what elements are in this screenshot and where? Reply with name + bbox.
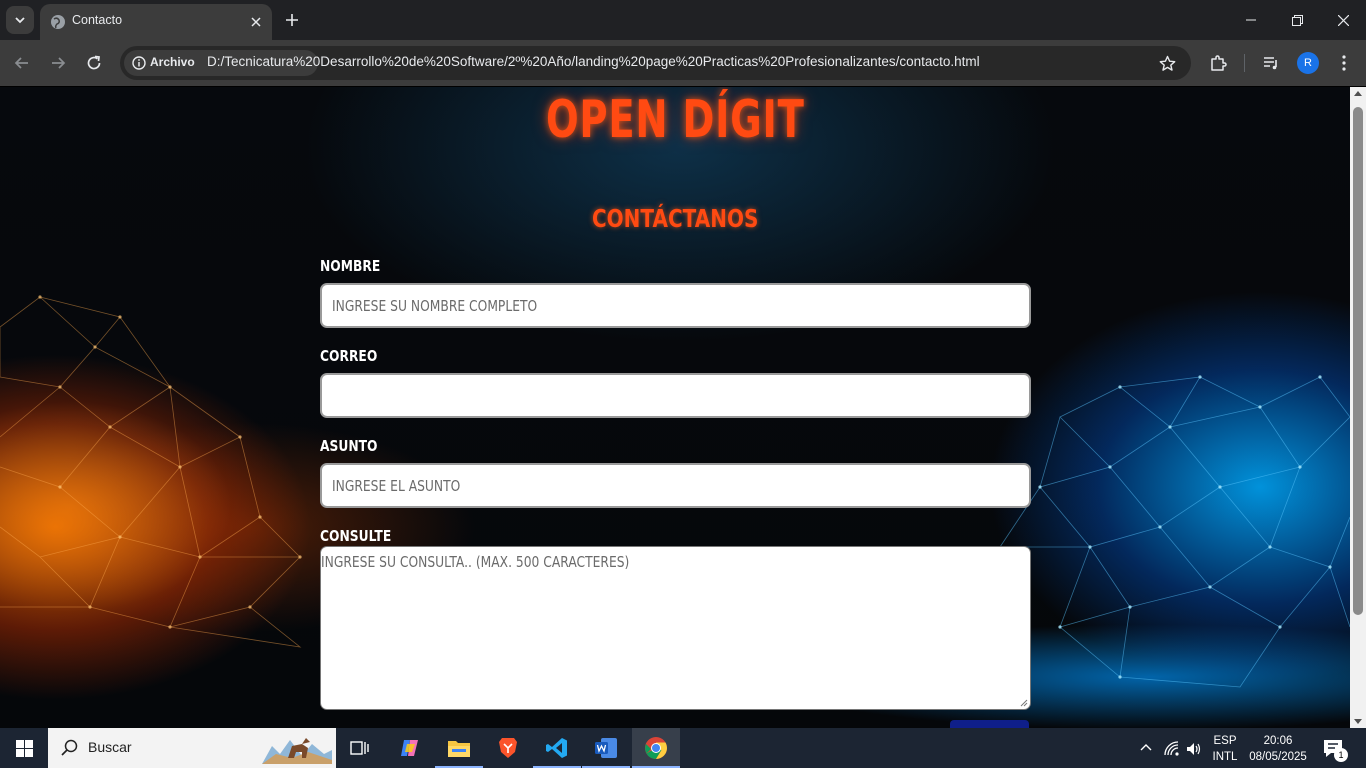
search-icon (61, 739, 78, 756)
chrome-icon (645, 737, 667, 759)
resize-handle-icon[interactable] (1020, 699, 1028, 707)
plus-icon (286, 14, 298, 26)
scroll-thumb[interactable] (1353, 107, 1363, 615)
windows-logo-icon (15, 739, 33, 757)
new-tab-button[interactable] (282, 10, 302, 30)
browser-tab-bar: Contacto (0, 0, 1366, 40)
tab-contacto[interactable]: Contacto (40, 4, 272, 40)
name-label: NOMBRE (320, 257, 381, 275)
toolbar-separator (1244, 54, 1245, 72)
submit-button[interactable] (950, 720, 1029, 728)
clock-time: 20:06 (1263, 735, 1293, 747)
task-view-button[interactable] (336, 728, 384, 768)
tab-close-button[interactable] (247, 13, 265, 31)
subject-placeholder: INGRESE EL ASUNTO (332, 477, 461, 495)
subject-label: ASUNTO (320, 437, 378, 455)
page-scrollbar[interactable] (1350, 87, 1366, 728)
task-view-icon (350, 741, 369, 755)
close-icon (251, 17, 261, 27)
media-icon (1264, 57, 1277, 70)
query-placeholder: INGRESE SU CONSULTA.. (MAX. 500 CARACTER… (321, 553, 630, 571)
forward-button[interactable] (46, 51, 70, 75)
tab-search-button[interactable] (6, 6, 34, 34)
vscode-button[interactable] (533, 728, 581, 768)
notification-badge: 1 (1334, 748, 1348, 762)
brave-icon (499, 738, 517, 758)
copilot-button[interactable] (386, 728, 434, 768)
menu-icon (1342, 55, 1346, 71)
browser-toolbar: Archivo D:/Tecnicatura%20Desarrollo%20de… (0, 40, 1366, 86)
forward-icon (52, 57, 66, 69)
scroll-up-icon[interactable] (1354, 91, 1362, 96)
media-control-button[interactable] (1259, 51, 1283, 75)
word-icon (595, 738, 617, 758)
query-label: CONSULTE (320, 527, 392, 545)
system-clock[interactable]: 20:06 08/05/2025 (1244, 733, 1312, 765)
site-chip-label: Archivo (150, 55, 195, 69)
name-input[interactable]: INGRESE SU NOMBRE COMPLETO (320, 283, 1031, 328)
file-explorer-icon (448, 741, 470, 757)
clock-date: 08/05/2025 (1249, 751, 1307, 763)
vscode-icon (546, 738, 567, 758)
chevron-down-icon (15, 17, 25, 24)
reload-button[interactable] (82, 51, 106, 75)
site-logo[interactable]: OPEN DÍGIT (176, 90, 1175, 150)
star-icon (1159, 55, 1175, 71)
search-text: Buscar (88, 739, 132, 755)
minimize-button[interactable] (1228, 0, 1274, 40)
tray-overflow-chevron-icon[interactable] (1138, 740, 1154, 756)
brave-button[interactable] (484, 728, 532, 768)
restore-icon (1291, 14, 1303, 26)
email-input[interactable] (320, 373, 1031, 418)
info-icon (132, 56, 146, 70)
start-button[interactable] (0, 728, 48, 768)
name-placeholder: INGRESE SU NOMBRE COMPLETO (332, 297, 538, 315)
taskbar-search[interactable]: Buscar (48, 728, 336, 768)
page-viewport: OPEN DÍGIT CONTÁCTANOS NOMBRE INGRESE SU… (0, 87, 1350, 728)
file-explorer-button[interactable] (435, 728, 483, 768)
email-label: CORREO (320, 347, 378, 365)
copilot-icon (401, 740, 418, 756)
extensions-button[interactable] (1206, 51, 1230, 75)
minimize-icon (1246, 19, 1256, 21)
windows-taskbar: Buscar ESP INTL 20:06 08/05/2025 1 (0, 728, 1366, 768)
scroll-down-icon[interactable] (1354, 719, 1362, 724)
close-window-icon (1337, 14, 1349, 26)
word-button[interactable] (582, 728, 630, 768)
input-language[interactable]: ESP INTL (1210, 733, 1240, 765)
page-heading: CONTÁCTANOS (592, 204, 759, 233)
network-icon[interactable] (1163, 740, 1181, 758)
back-icon (14, 57, 28, 69)
search-highlight-illustration-icon (262, 738, 332, 764)
globe-icon (51, 15, 65, 29)
tab-title: Contacto (72, 13, 123, 27)
chrome-button[interactable] (632, 728, 680, 768)
language-layout: INTL (1212, 751, 1238, 763)
reload-icon (87, 55, 101, 70)
restore-button[interactable] (1274, 0, 1320, 40)
chrome-menu-button[interactable] (1332, 51, 1356, 75)
address-bar[interactable]: Archivo D:/Tecnicatura%20Desarrollo%20de… (120, 46, 1191, 80)
back-button[interactable] (10, 51, 34, 75)
subject-input[interactable]: INGRESE EL ASUNTO (320, 463, 1031, 508)
query-textarea[interactable]: INGRESE SU CONSULTA.. (MAX. 500 CARACTER… (320, 546, 1031, 710)
language-code: ESP (1213, 735, 1237, 747)
close-window-button[interactable] (1320, 0, 1366, 40)
url-text[interactable]: D:/Tecnicatura%20Desarrollo%20de%20Softw… (207, 54, 980, 69)
profile-avatar[interactable]: R (1297, 52, 1319, 74)
volume-icon[interactable] (1185, 740, 1203, 758)
bookmark-button[interactable] (1157, 53, 1177, 73)
extensions-icon (1211, 55, 1227, 71)
